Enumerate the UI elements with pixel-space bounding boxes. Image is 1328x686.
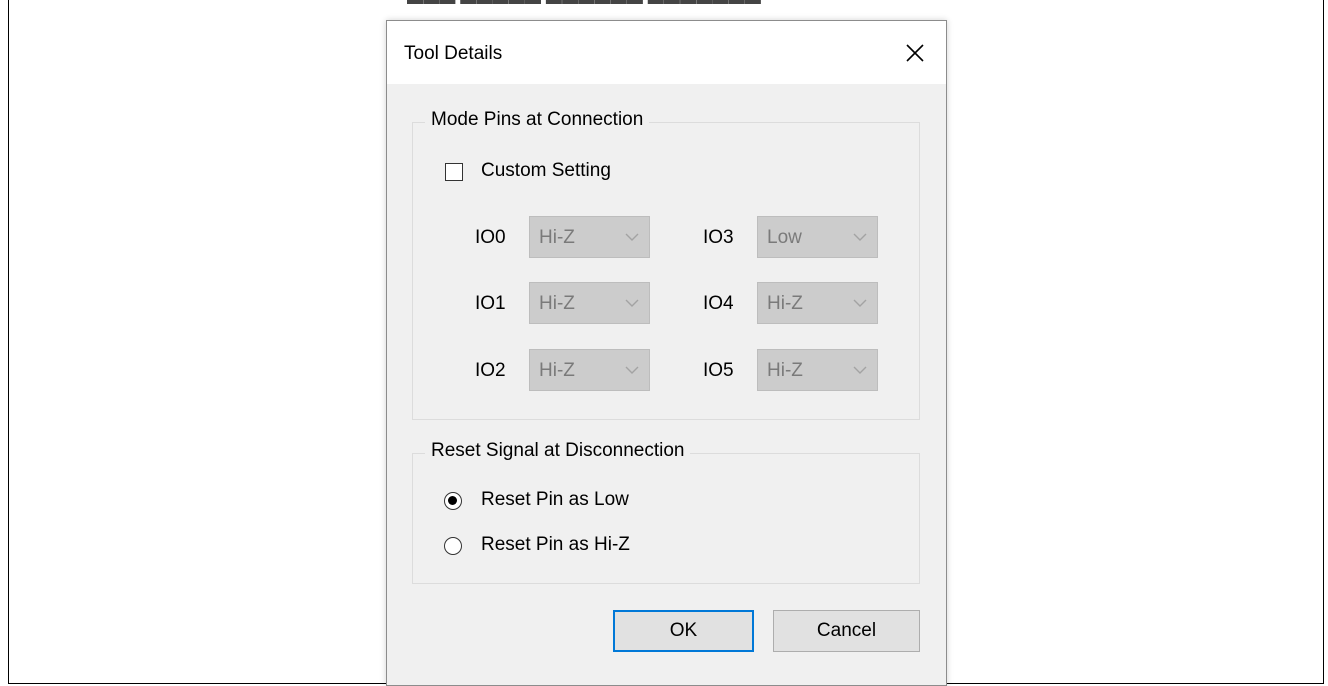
chevron-down-icon [625,299,639,307]
io4-select-value: Hi-Z [767,293,803,314]
reset-signal-group: Reset Signal at Disconnection Reset Pin … [412,440,920,584]
close-icon [906,43,924,62]
chevron-down-icon [625,233,639,241]
chevron-down-icon [853,233,867,241]
chevron-down-icon [853,299,867,307]
pin-label-io4: IO4 [703,293,734,314]
dialog-titlebar: Tool Details [387,21,946,84]
io0-select-value: Hi-Z [539,227,575,248]
mode-pins-group-title: Mode Pins at Connection [425,109,650,131]
pin-label-io5: IO5 [703,360,734,381]
radio-selected-dot [448,496,457,505]
ok-button[interactable]: OK [613,610,754,652]
custom-setting-checkbox[interactable] [445,163,463,181]
io1-select-value: Hi-Z [539,293,575,314]
io3-select-value: Low [767,227,802,248]
io0-select[interactable]: Hi-Z [529,216,650,258]
cancel-button[interactable]: Cancel [773,610,920,652]
tool-details-dialog: Tool Details Mode Pins at Connection Cus… [386,20,947,686]
io4-select[interactable]: Hi-Z [757,282,878,324]
pin-label-io3: IO3 [703,227,734,248]
pin-label-io1: IO1 [475,293,506,314]
reset-pin-low-label[interactable]: Reset Pin as Low [481,489,629,511]
custom-setting-label[interactable]: Custom Setting [481,160,611,182]
dialog-title: Tool Details [404,43,503,64]
io2-select[interactable]: Hi-Z [529,349,650,391]
io2-select-value: Hi-Z [539,360,575,381]
io5-select[interactable]: Hi-Z [757,349,878,391]
pin-label-io2: IO2 [475,360,506,381]
io5-select-value: Hi-Z [767,360,803,381]
close-button[interactable] [884,21,946,84]
pin-label-io0: IO0 [475,227,506,248]
reset-pin-low-radio[interactable] [444,492,462,510]
io1-select[interactable]: Hi-Z [529,282,650,324]
chevron-down-icon [853,366,867,374]
mode-pins-group: Mode Pins at Connection Custom Setting I… [412,109,920,420]
reset-pin-hiz-label[interactable]: Reset Pin as Hi-Z [481,534,630,556]
io3-select[interactable]: Low [757,216,878,258]
background-window-menu-strip: ▬▬▬ ▬▬▬▬▬ ▬▬▬▬▬▬ ▬▬▬▬▬▬▬ [387,0,947,22]
chevron-down-icon [625,366,639,374]
reset-pin-hiz-radio[interactable] [444,537,462,555]
reset-signal-group-title: Reset Signal at Disconnection [425,440,691,462]
